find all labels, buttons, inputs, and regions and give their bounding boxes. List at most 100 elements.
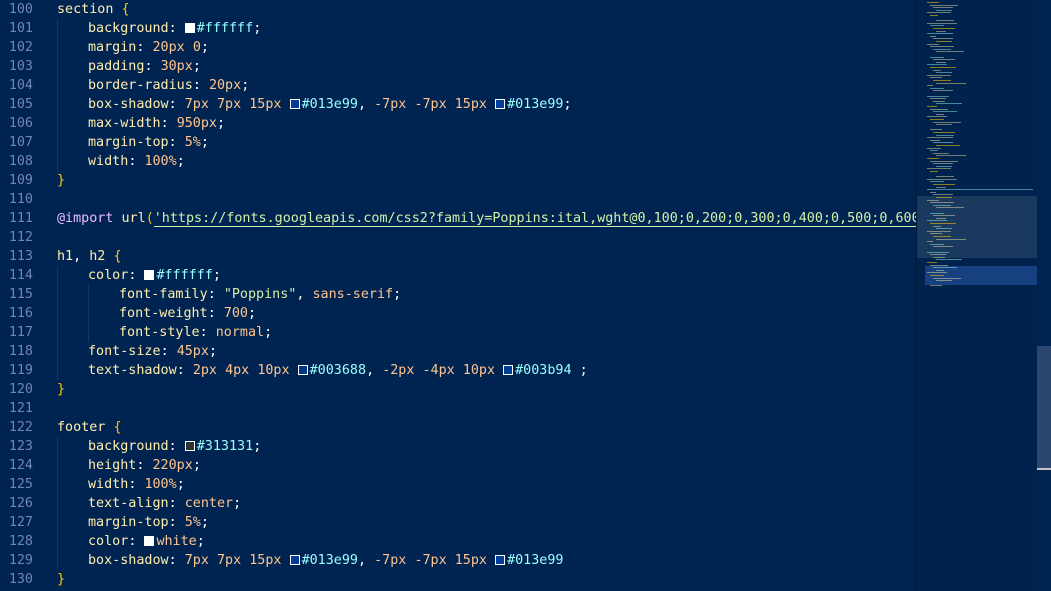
line-number: 110: [8, 192, 33, 207]
code-line[interactable]: 124 height: 220px;: [0, 456, 916, 475]
code-line[interactable]: 112: [0, 228, 916, 247]
token-pun: ;: [241, 78, 250, 93]
token-prop: margin: [88, 40, 137, 55]
color-swatch[interactable]: [144, 270, 155, 280]
token-pun: [487, 553, 495, 568]
code-line[interactable]: 110: [0, 190, 916, 209]
token-num: 700: [223, 306, 248, 321]
color-swatch[interactable]: [184, 23, 195, 33]
indent-guide: [57, 114, 58, 133]
indent-guide: [57, 304, 58, 323]
code-line[interactable]: 102 margin: 20px 0;: [0, 38, 916, 57]
code-line[interactable]: 127 margin-top: 5%;: [0, 513, 916, 532]
minimap-line: [933, 194, 953, 196]
line-number: 105: [8, 97, 33, 112]
minimap-line: [930, 254, 946, 256]
line-number: 107: [8, 135, 33, 150]
code-line[interactable]: 107 margin-top: 5%;: [0, 133, 916, 152]
token-num: 15px: [454, 553, 487, 568]
indent-guide: [57, 285, 58, 304]
code-line[interactable]: 100 section {: [0, 0, 916, 19]
minimap-line: [933, 132, 955, 133]
minimap-line: [933, 100, 945, 102]
code-line[interactable]: 106 max-width: 950px;: [0, 114, 916, 133]
code-line[interactable]: 126 text-align: center;: [0, 494, 916, 513]
minimap-line: [930, 87, 944, 89]
color-swatch[interactable]: [503, 365, 514, 375]
minimap-line: [936, 155, 966, 157]
code-line[interactable]: 104 border-radius: 20px;: [0, 76, 916, 95]
code-line[interactable]: 111 @import url('https://fonts.googleapis…: [0, 209, 916, 228]
minimap-line: [936, 165, 952, 167]
minimap-line: [936, 207, 964, 209]
code-line[interactable]: 117 font-style: normal;: [0, 323, 916, 342]
code-line[interactable]: 114 color: #ffffff;: [0, 266, 916, 285]
code-line[interactable]: 113 h1, h2 {: [0, 247, 916, 266]
color-swatch[interactable]: [495, 555, 506, 565]
token-num: 5%: [184, 515, 201, 530]
code-line[interactable]: 123 background: #313131;: [0, 437, 916, 456]
minimap-line: [936, 280, 952, 282]
minimap-line: [933, 204, 951, 206]
code-text: margin: 20px 0;: [88, 38, 209, 57]
token-pun: [217, 363, 225, 378]
code-line[interactable]: 115 font-family: "Poppins", sans-serif;: [0, 285, 916, 304]
token-pun: :: [168, 97, 185, 112]
token-pun: ;: [192, 458, 201, 473]
minimap-line: [933, 152, 949, 154]
token-num: 950px: [176, 116, 217, 131]
token-pun: [209, 97, 217, 112]
token-pun: :: [136, 40, 153, 55]
code-text: text-shadow: 2px 4px 10px #003688, -2px …: [88, 361, 588, 380]
minimap-line: [930, 119, 944, 120]
token-hex: #013e99: [301, 97, 358, 112]
color-swatch[interactable]: [144, 536, 155, 546]
vertical-scrollbar[interactable]: [1037, 0, 1051, 591]
code-line[interactable]: 122 footer {: [0, 418, 916, 437]
color-swatch[interactable]: [289, 555, 300, 565]
token-pun: :: [168, 515, 185, 530]
token-pun: :: [160, 116, 177, 131]
code-line[interactable]: 116 font-weight: 700;: [0, 304, 916, 323]
code-line[interactable]: 103 padding: 30px;: [0, 57, 916, 76]
code-line[interactable]: 119 text-shadow: 2px 4px 10px #003688, -2…: [0, 361, 916, 380]
color-swatch[interactable]: [297, 365, 308, 375]
minimap-line: [936, 145, 960, 146]
token-pun: ;: [217, 116, 226, 131]
token-val: normal: [215, 325, 265, 340]
minimap-line: [933, 215, 955, 217]
minimap-line: [930, 56, 944, 58]
indent-guide: [57, 323, 58, 342]
minimap-line: [927, 147, 941, 149]
line-number: 117: [8, 325, 33, 340]
code-line[interactable]: 120}: [0, 380, 916, 399]
code-line[interactable]: 130}: [0, 570, 916, 589]
token-num: 10px: [257, 363, 290, 378]
token-brace: {: [121, 2, 130, 17]
code-text: max-width: 950px;: [88, 114, 225, 133]
token-pun: ;: [264, 325, 273, 340]
code-line[interactable]: 108 width: 100%;: [0, 152, 916, 171]
code-line[interactable]: 101 background: #ffffff;: [0, 19, 916, 38]
minimap-line: [936, 186, 946, 188]
minimap-line: [936, 269, 944, 271]
code-line[interactable]: 109}: [0, 171, 916, 190]
code-line[interactable]: 129 box-shadow: 7px 7px 15px #013e99, -7p…: [0, 551, 916, 570]
code-line[interactable]: 128 color: white;: [0, 532, 916, 551]
token-num: 5%: [184, 135, 201, 150]
minimap[interactable]: [916, 0, 1038, 591]
minimap-line: [927, 241, 933, 243]
token-num: 7px: [217, 553, 242, 568]
minimap-line: [927, 116, 947, 118]
color-swatch[interactable]: [495, 99, 506, 109]
code-editor[interactable]: 100 section {101 background: #ffffff; 102 ma…: [0, 0, 916, 591]
code-text: color: white;: [88, 532, 205, 551]
color-swatch[interactable]: [289, 99, 300, 109]
code-line[interactable]: 121: [0, 399, 916, 418]
code-line[interactable]: 105 box-shadow: 7px 7px 15px #013e99, -7p…: [0, 95, 916, 114]
token-prop: box-shadow: [88, 553, 169, 568]
scrollbar-thumb[interactable]: [1037, 346, 1051, 469]
code-line[interactable]: 118 font-size: 45px;: [0, 342, 916, 361]
color-swatch[interactable]: [184, 441, 195, 451]
code-line[interactable]: 125 width: 100%;: [0, 475, 916, 494]
